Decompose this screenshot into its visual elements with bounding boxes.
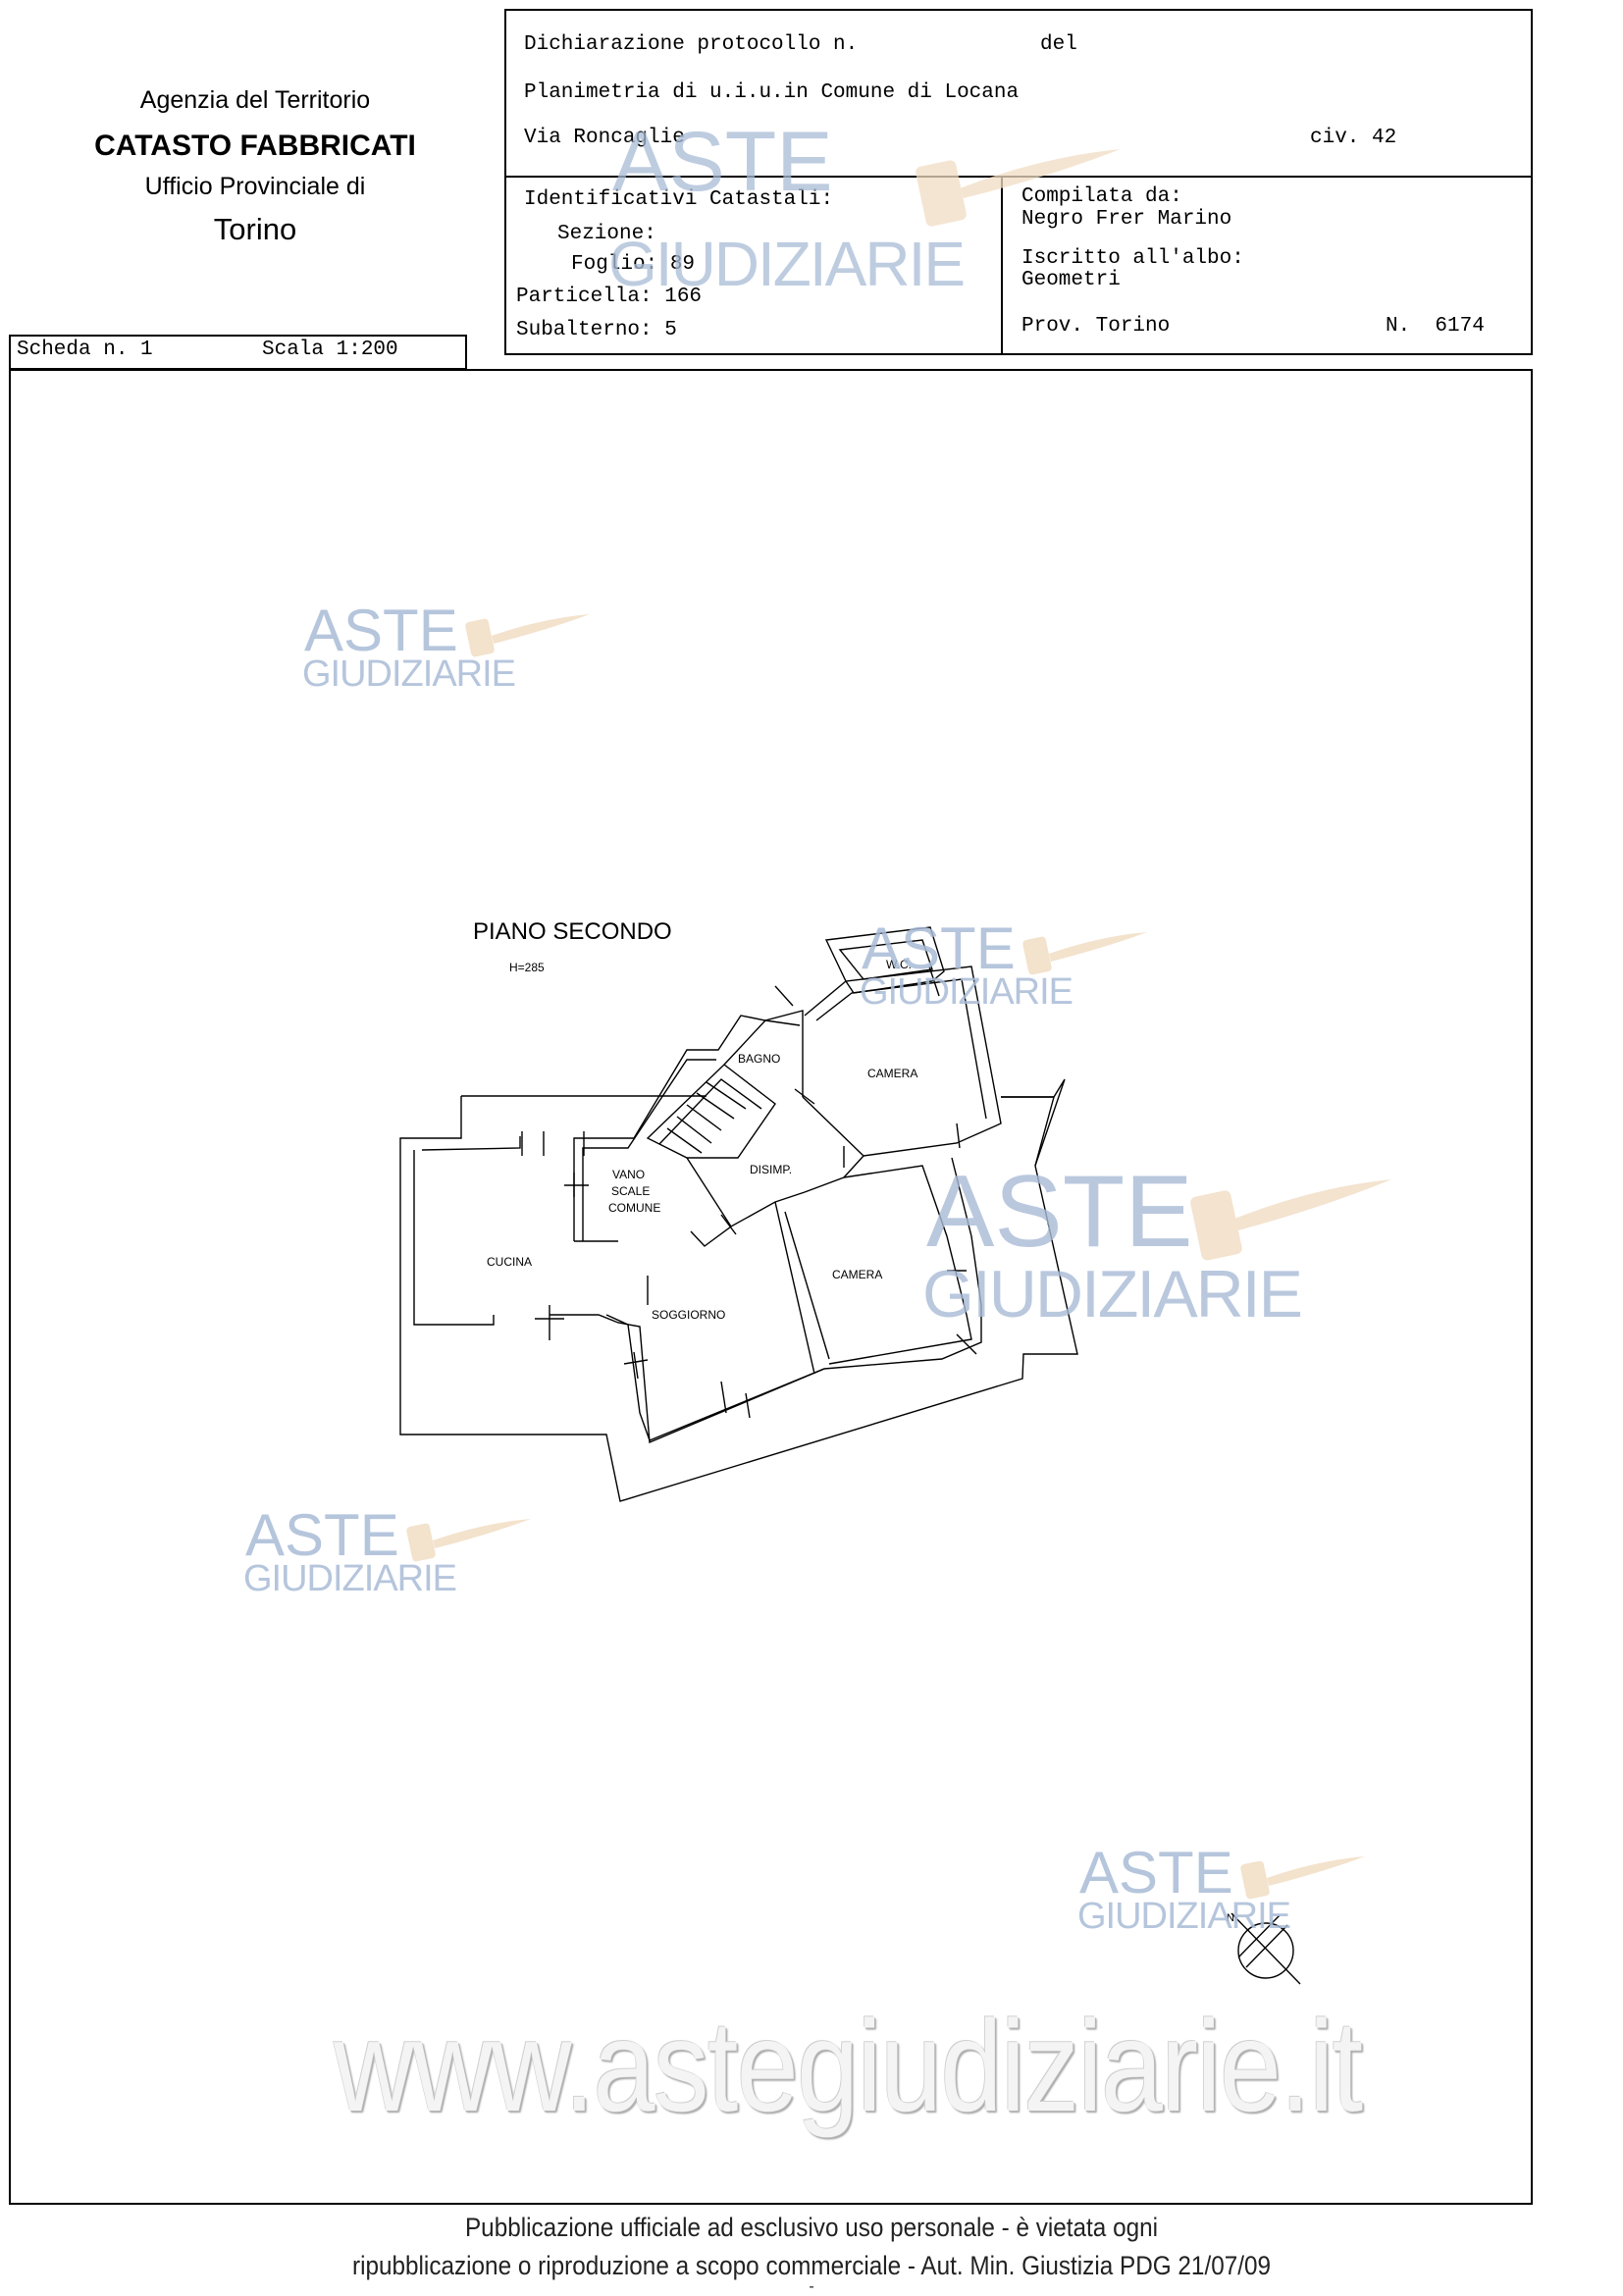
gavel-icon	[1240, 1856, 1365, 1900]
watermark-url: www.astegiudiziarie.it	[334, 1994, 1363, 2138]
floor-plan: PIANO SECONDO H=285 W.C. BAGNO CAMERA VA…	[399, 918, 1301, 1985]
room-label-comune: COMUNE	[608, 1201, 660, 1215]
watermark-giudiziarie: GIUDIZIARIE	[608, 229, 966, 299]
watermark-logo-header: ASTE GIUDIZIARIE	[608, 115, 1121, 314]
room-label-vano: VANO	[612, 1168, 645, 1181]
room-label-bagno: BAGNO	[738, 1052, 780, 1066]
gavel-icon	[916, 149, 1121, 227]
room-label-camera-top: CAMERA	[867, 1067, 917, 1080]
plan-height: H=285	[509, 961, 545, 974]
room-label-camera-bottom: CAMERA	[832, 1268, 882, 1281]
room-label-soggiorno: SOGGIORNO	[652, 1308, 725, 1322]
gavel-icon	[1190, 1179, 1391, 1261]
gavel-icon	[1022, 932, 1147, 975]
watermark-logo-4: ASTE GIUDIZIARIE	[243, 1502, 531, 1611]
watermark-logo-2: ASTE GIUDIZIARIE	[860, 915, 1147, 1024]
watermark-logo-1: ASTE GIUDIZIARIE	[302, 598, 590, 706]
room-label-cucina: CUCINA	[487, 1255, 532, 1269]
footer-line-3: -	[809, 2278, 814, 2295]
gavel-icon	[465, 614, 590, 657]
room-label-disimp: DISIMP.	[750, 1163, 792, 1176]
watermark-aste: ASTE	[612, 115, 833, 209]
footer-line-1: Pubblicazione ufficiale ad esclusivo uso…	[464, 2213, 1159, 2242]
room-label-scale: SCALE	[611, 1184, 650, 1198]
watermark-aste: ASTE	[926, 1155, 1193, 1269]
watermark-logo-3: ASTE GIUDIZIARIE	[922, 1155, 1393, 1354]
footer-line-2: ripubblicazione o riproduzione a scopo c…	[351, 2251, 1271, 2280]
plan-title: PIANO SECONDO	[473, 918, 672, 945]
watermark-logo-5: ASTE GIUDIZIARIE	[1077, 1840, 1365, 1949]
gavel-icon	[406, 1519, 531, 1562]
